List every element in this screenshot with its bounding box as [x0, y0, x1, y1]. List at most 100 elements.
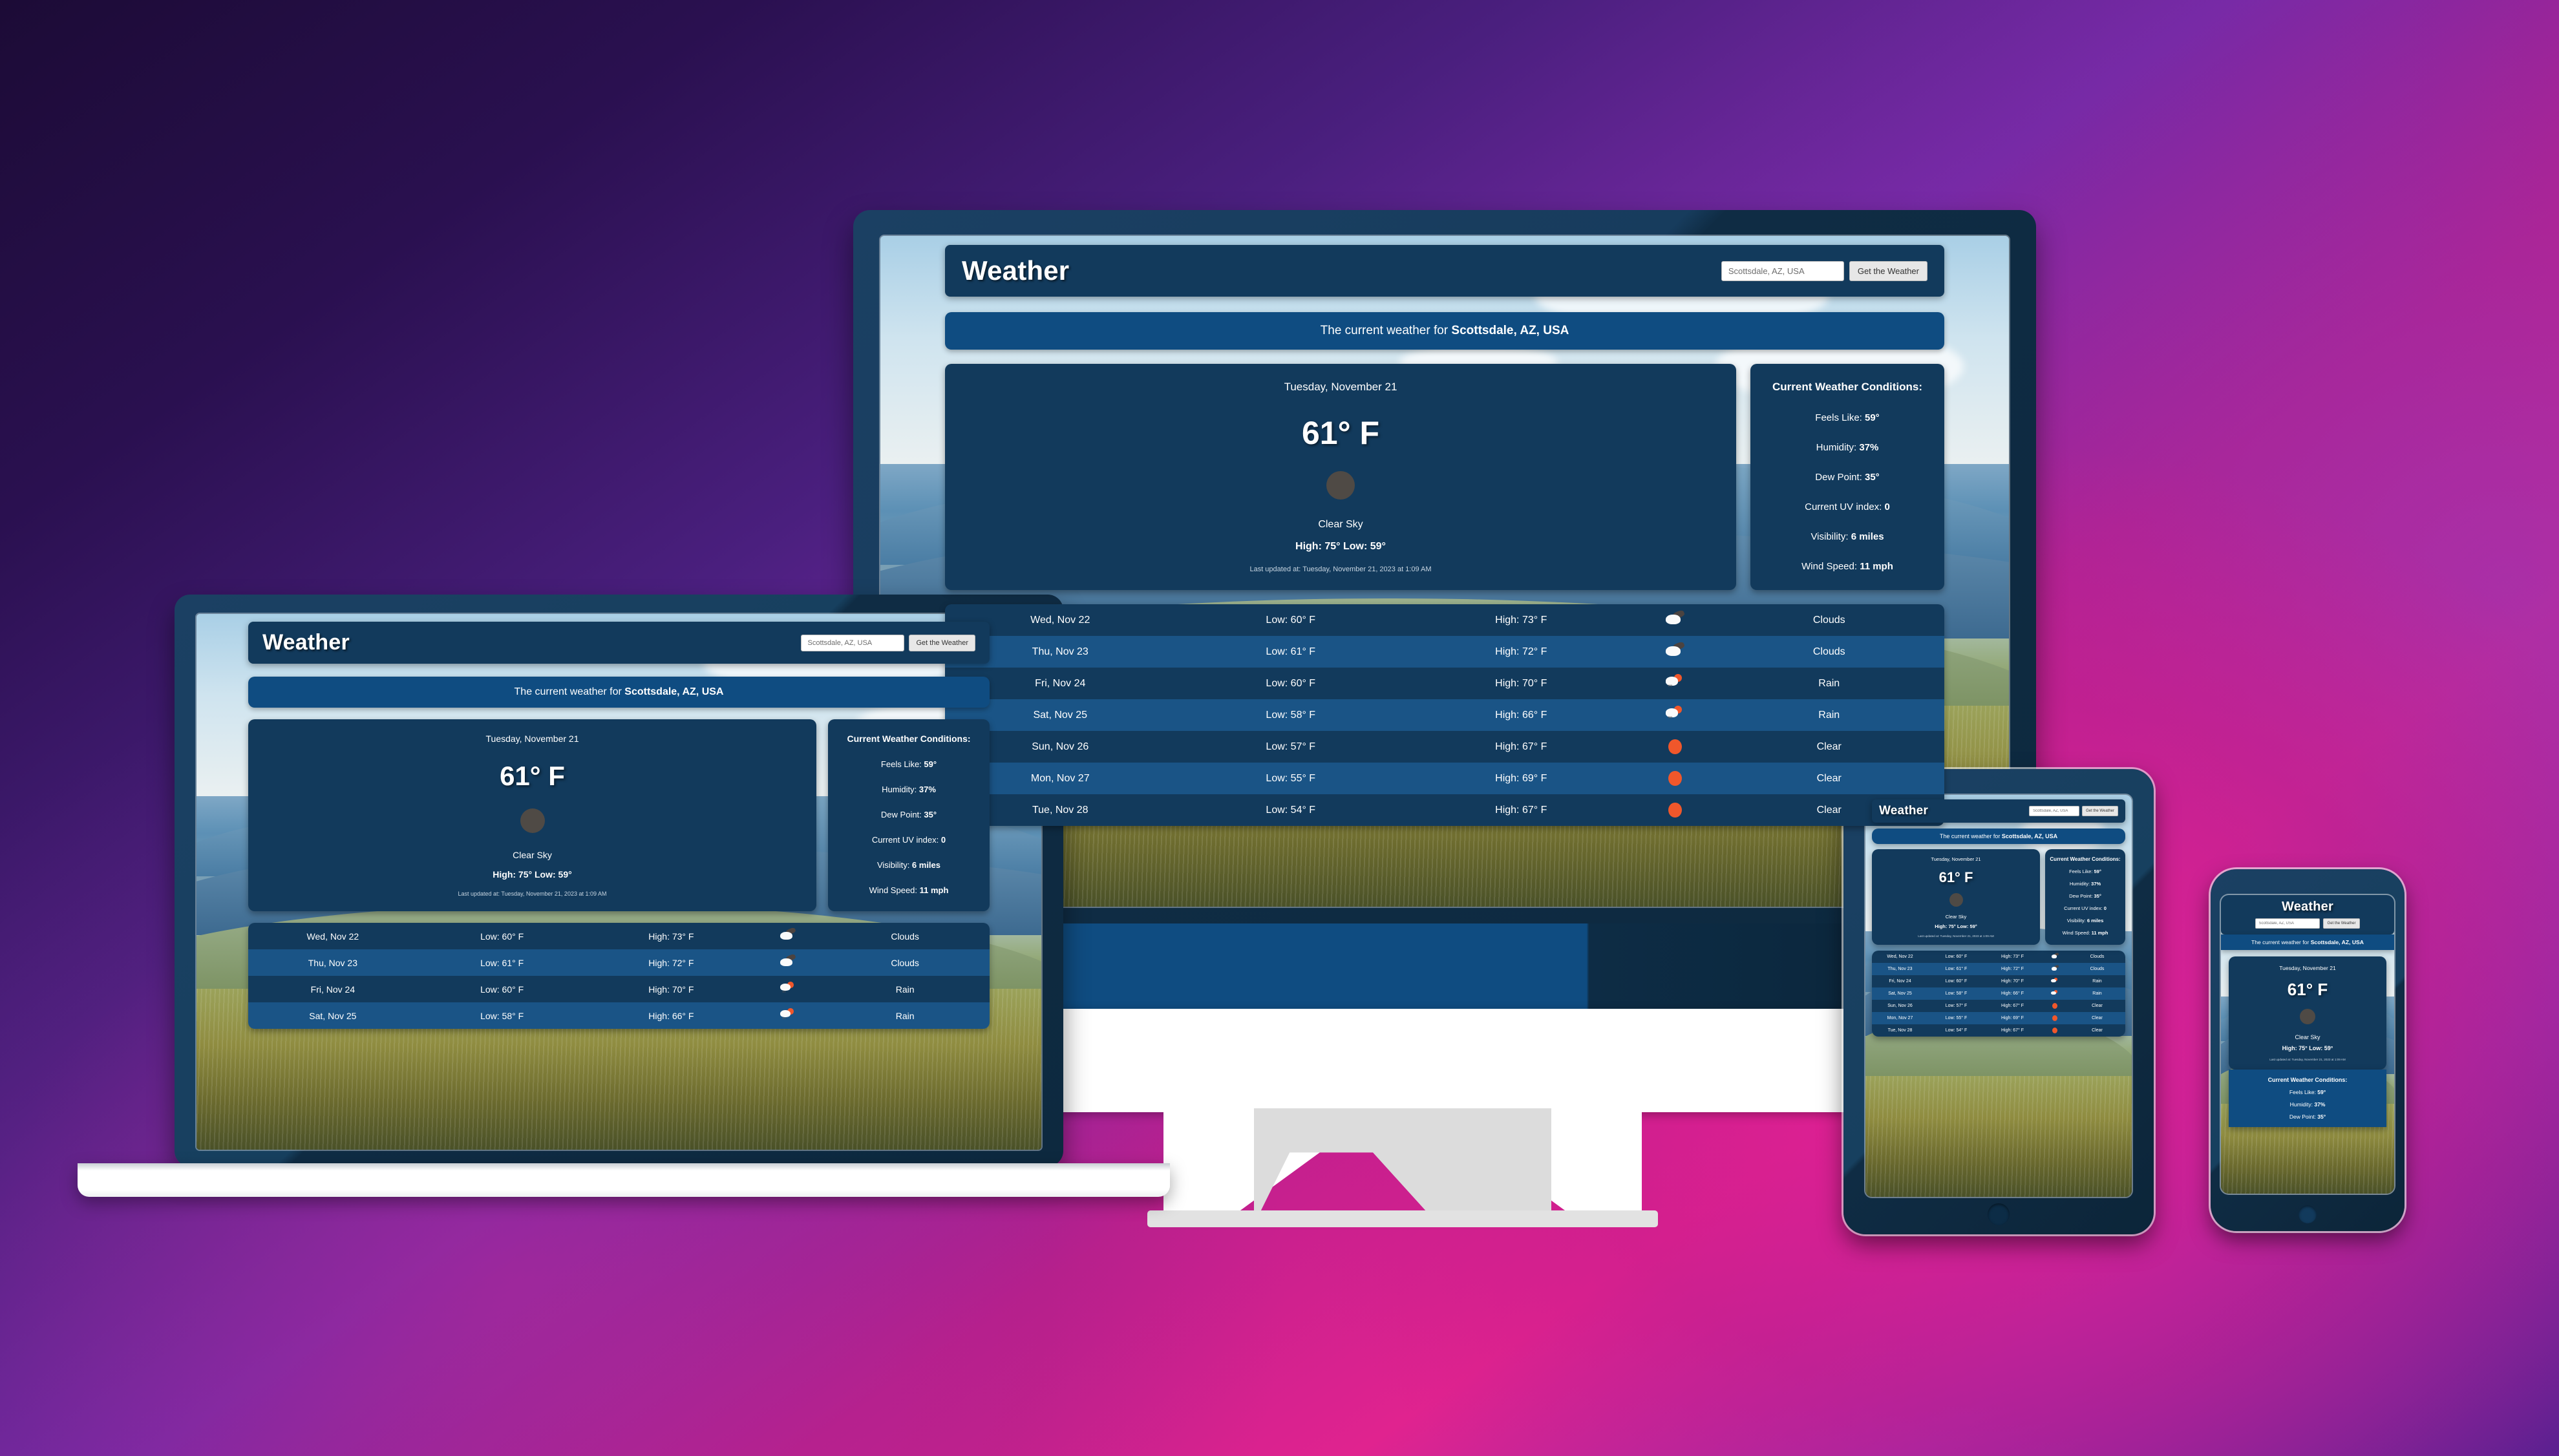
forecast-high: High: 73° F: [1495, 614, 1547, 626]
current-temperature: 61° F: [1938, 869, 1973, 885]
current-date: Tuesday, November 21: [2279, 965, 2336, 971]
condition-value: 35°: [2094, 893, 2101, 899]
forecast-row[interactable]: Sat, Nov 25 Low: 58° F High: 66° F ′′′ Rain: [1872, 987, 2125, 1000]
app-header: Weather Get the Weather: [945, 245, 1944, 297]
condition-row: Feels Like: 59°: [838, 759, 979, 769]
current-high-low: High: 75° Low: 59°: [2282, 1045, 2333, 1051]
condition-row: Visibility: 6 miles: [2050, 918, 2121, 923]
banner-prefix: The current weather for: [514, 686, 625, 697]
conditions-card: Current Weather Conditions: Feels Like: …: [2045, 849, 2125, 945]
summary-cards: Tuesday, November 21 61° F Clear Sky Hig…: [1872, 849, 2125, 945]
forecast-row[interactable]: Wed, Nov 22 Low: 60° F High: 73° F Clouds: [945, 604, 1944, 636]
conditions-card: Current Weather Conditions: Feels Like: …: [1750, 364, 1944, 590]
condition-row: Dew Point: 35°: [2050, 893, 2121, 899]
condition-label: Wind Speed:: [1801, 561, 1860, 572]
forecast-row[interactable]: Sun, Nov 26 Low: 57° F High: 67° F Clear: [945, 731, 1944, 763]
forecast-row[interactable]: Tue, Nov 28 Low: 54° F High: 67° F Clear: [1872, 1024, 2125, 1037]
forecast-low: Low: 55° F: [1945, 1016, 1968, 1020]
get-weather-button[interactable]: Get the Weather: [2082, 806, 2118, 816]
forecast-row[interactable]: Thu, Nov 23 Low: 61° F High: 72° F Clouds: [248, 949, 990, 976]
forecast-row[interactable]: Wed, Nov 22 Low: 60° F High: 73° F Clouds: [248, 923, 990, 949]
city-search-input[interactable]: [2255, 918, 2320, 929]
forecast-row[interactable]: Sat, Nov 25 Low: 58° F High: 66° F ′′′ Rain: [945, 699, 1944, 731]
condition-label: Current UV index:: [1805, 501, 1885, 512]
forecast-high: High: 67° F: [1495, 804, 1547, 816]
forecast-low: Low: 54° F: [1266, 804, 1316, 816]
forecast-high: High: 72° F: [1495, 646, 1547, 657]
forecast-row[interactable]: Fri, Nov 24 Low: 60° F High: 70° F ′′′ Rain: [248, 976, 990, 1002]
forecast-day: Fri, Nov 24: [310, 984, 356, 995]
condition-row: Wind Speed: 11 mph: [1763, 561, 1931, 572]
forecast-low: Low: 60° F: [1945, 979, 1968, 984]
clouds-icon: [2051, 953, 2059, 961]
page-title: Weather: [962, 255, 1070, 286]
forecast-high: High: 70° F: [2001, 979, 2024, 984]
forecast-row[interactable]: Fri, Nov 24 Low: 60° F High: 70° F ′′′ Rain: [1872, 975, 2125, 987]
forecast-icon-cell: ′′′: [2041, 977, 2069, 986]
conditions-title: Current Weather Conditions:: [2267, 1077, 2348, 1083]
condition-label: Dew Point:: [2069, 893, 2094, 899]
get-weather-button[interactable]: Get the Weather: [909, 634, 975, 651]
forecast-day: Fri, Nov 24: [1889, 979, 1911, 984]
forecast-row[interactable]: Fri, Nov 24 Low: 60° F High: 70° F ′′′ Rain: [945, 668, 1944, 699]
current-temperature: 61° F: [2287, 980, 2328, 999]
condition-value: 59°: [1865, 412, 1880, 423]
condition-row: Humidity: 37%: [838, 785, 979, 794]
city-search-input[interactable]: [2029, 806, 2080, 816]
forecast-high: High: 70° F: [648, 984, 694, 995]
get-weather-button[interactable]: Get the Weather: [1849, 260, 1927, 281]
sun-icon: [1668, 739, 1683, 755]
conditions-title: Current Weather Conditions:: [847, 733, 971, 744]
condition-row: Wind Speed: 11 mph: [838, 885, 979, 895]
condition-row: Current UV index: 0: [1763, 501, 1931, 512]
tablet-body: Weather Get the Weather The current weat…: [1843, 769, 2154, 1234]
forecast-row[interactable]: Thu, Nov 23 Low: 61° F High: 72° F Clouds: [1872, 963, 2125, 975]
tablet-home-button[interactable]: [1988, 1203, 2010, 1225]
forecast-low: Low: 60° F: [1266, 614, 1316, 626]
get-weather-button[interactable]: Get the Weather: [2322, 918, 2361, 929]
forecast-row[interactable]: Sat, Nov 25 Low: 58° F High: 66° F ′′′ Rain: [248, 1002, 990, 1029]
condition-label: Humidity:: [1816, 442, 1860, 453]
forecast-low: Low: 57° F: [1945, 1004, 1968, 1008]
forecast-low: Low: 61° F: [1266, 646, 1316, 657]
forecast-row[interactable]: Tue, Nov 28 Low: 54° F High: 67° F Clear: [945, 794, 1944, 826]
forecast-description: Clear: [2092, 1016, 2103, 1020]
laptop-device: Weather Get the Weather The current weat…: [78, 595, 1170, 1247]
condition-row: Feels Like: 59°: [2050, 869, 2121, 874]
clear-sky-icon: [2300, 1009, 2315, 1024]
condition-label: Current UV index:: [2064, 905, 2104, 911]
forecast-row[interactable]: Sun, Nov 26 Low: 57° F High: 67° F Clear: [1872, 1000, 2125, 1012]
condition-value: 11 mph: [919, 885, 949, 895]
weather-app-desktop: Weather Get the Weather The current weat…: [880, 236, 2009, 907]
rain-icon: ′′′: [1664, 673, 1686, 695]
forecast-table: Wed, Nov 22 Low: 60° F High: 73° F Clouds Th…: [945, 604, 1944, 826]
condition-row: Humidity: 37%: [2050, 881, 2121, 887]
search-group: Get the Weather: [2029, 806, 2118, 816]
forecast-high: High: 70° F: [1495, 677, 1547, 689]
forecast-row[interactable]: Mon, Nov 27 Low: 55° F High: 69° F Clear: [945, 763, 1944, 794]
rain-icon: ′′′: [1664, 704, 1686, 726]
forecast-table: Wed, Nov 22 Low: 60° F High: 73° F Clouds Th…: [248, 923, 990, 1029]
forecast-description: Clear: [2092, 1028, 2103, 1033]
forecast-icon-cell: [756, 953, 820, 972]
forecast-high: High: 67° F: [1495, 741, 1547, 752]
phone-home-button[interactable]: [2299, 1205, 2317, 1223]
condition-label: Feels Like:: [1815, 412, 1865, 423]
last-updated-text: Last updated at: Tuesday, November 21, 2…: [458, 891, 607, 897]
condition-row: Visibility: 6 miles: [1763, 531, 1931, 542]
city-search-input[interactable]: [1721, 260, 1844, 281]
forecast-row[interactable]: Mon, Nov 27 Low: 55° F High: 69° F Clear: [1872, 1012, 2125, 1024]
condition-label: Wind Speed:: [869, 885, 920, 895]
search-group: Get the Weather: [2227, 918, 2388, 929]
conditions-title: Current Weather Conditions:: [1772, 381, 1923, 393]
forecast-row[interactable]: Wed, Nov 22 Low: 60° F High: 73° F Clouds: [1872, 951, 2125, 963]
current-description: Clear Sky: [513, 850, 552, 860]
location-banner: The current weather for Scottsdale, AZ, …: [248, 677, 990, 708]
condition-label: Feels Like:: [880, 759, 924, 769]
forecast-icon-cell: [2041, 1002, 2069, 1009]
forecast-high: High: 66° F: [648, 1010, 694, 1021]
city-search-input[interactable]: [801, 634, 905, 651]
current-high-low: High: 75° Low: 59°: [493, 869, 572, 880]
condition-value: 35°: [1865, 472, 1880, 483]
forecast-row[interactable]: Thu, Nov 23 Low: 61° F High: 72° F Clouds: [945, 636, 1944, 668]
